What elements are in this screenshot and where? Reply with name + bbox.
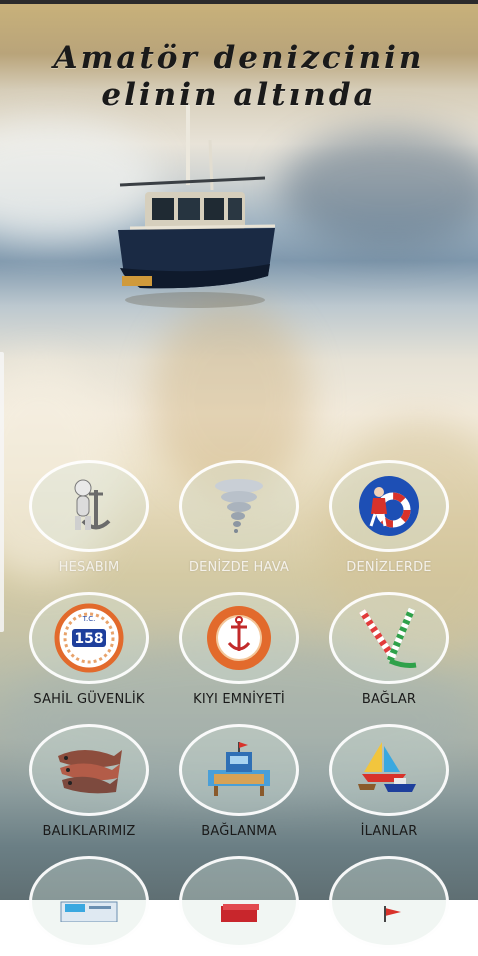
- pier-mooring-icon: [204, 740, 274, 800]
- menu-item-circle[interactable]: [329, 592, 449, 684]
- menu-item-circle[interactable]: 158 T.C.: [29, 592, 149, 684]
- menu-item-circle[interactable]: [179, 460, 299, 552]
- menu-item-baliklarimiz[interactable]: BALIKLARIMIZ: [24, 724, 154, 839]
- document-icon: [57, 882, 121, 922]
- menu-item-partial-3[interactable]: [324, 856, 454, 956]
- menu-item-label: DENİZDE HAVA: [188, 560, 290, 575]
- menu-item-circle[interactable]: [179, 592, 299, 684]
- menu-item-label: BALIKLARIMIZ: [42, 824, 136, 839]
- sailboat-ads-icon: [354, 738, 424, 802]
- badge-top-text: T.C.: [82, 615, 96, 623]
- menu-item-circle[interactable]: [179, 724, 299, 816]
- menu-item-circle[interactable]: [29, 856, 149, 948]
- menu-item-ilanlar[interactable]: İLANLAR: [324, 724, 454, 839]
- tornado-icon: [211, 476, 267, 536]
- rope-knot-icon: [354, 605, 424, 671]
- menu-item-kiyi-emniyeti[interactable]: KIYI EMNİYETİ: [174, 592, 304, 707]
- menu-item-circle[interactable]: [329, 856, 449, 948]
- menu-item-label: KIYI EMNİYETİ: [193, 692, 285, 707]
- menu-item-circle[interactable]: [329, 724, 449, 816]
- coast-guard-158-icon: 158 T.C.: [54, 603, 124, 673]
- menu-item-sahil-guvenlik[interactable]: 158 T.C. SAHİL GÜVENLİK: [24, 592, 154, 707]
- flag-icon: [357, 882, 421, 922]
- menu-item-label: BAĞLANMA: [201, 824, 277, 839]
- menu-item-partial-1[interactable]: [24, 856, 154, 956]
- book-icon: [207, 882, 271, 922]
- menu-item-label: DENİZLERDE: [346, 560, 432, 575]
- coastal-safety-emblem-icon: [204, 603, 274, 673]
- fish-icon: [54, 742, 124, 798]
- menu-grid: HESABIM DENİZDE HAVA DENİZLERDE 158 T.C.…: [0, 0, 478, 948]
- menu-item-baglanma[interactable]: BAĞLANMA: [174, 724, 304, 839]
- menu-item-hesabim[interactable]: HESABIM: [24, 460, 154, 575]
- menu-item-label: BAĞLAR: [361, 692, 417, 707]
- menu-item-circle[interactable]: [329, 460, 449, 552]
- menu-item-circle[interactable]: [29, 460, 149, 552]
- menu-item-denizlerde[interactable]: DENİZLERDE: [324, 460, 454, 575]
- anchor-figure-icon: [61, 476, 117, 536]
- menu-item-circle[interactable]: [29, 724, 149, 816]
- menu-item-label: İLANLAR: [360, 824, 418, 839]
- menu-item-label: HESABIM: [58, 560, 120, 575]
- badge-number: 158: [74, 631, 103, 647]
- menu-item-partial-2[interactable]: [174, 856, 304, 956]
- menu-item-denizde-hava[interactable]: DENİZDE HAVA: [174, 460, 304, 575]
- menu-item-label: SAHİL GÜVENLİK: [33, 692, 145, 707]
- menu-item-circle[interactable]: [179, 856, 299, 948]
- lifebuoy-icon: [357, 474, 421, 538]
- menu-item-baglar[interactable]: BAĞLAR: [324, 592, 454, 707]
